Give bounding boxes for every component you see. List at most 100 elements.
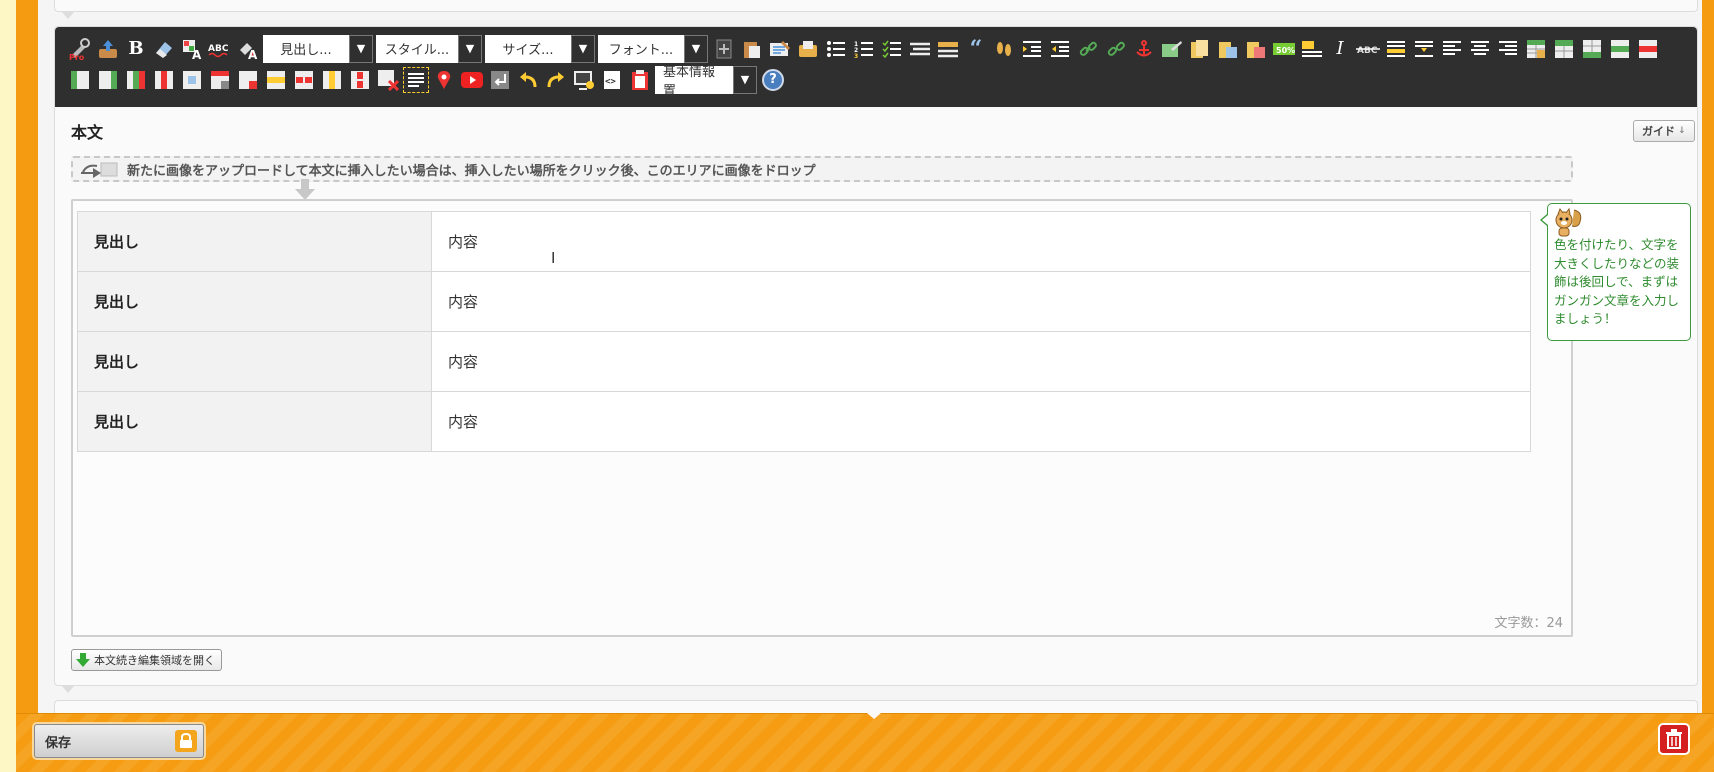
font-select[interactable]: フォント... ▼ xyxy=(598,34,708,63)
paste-word-icon[interactable] xyxy=(795,36,821,62)
numbered-list-icon[interactable]: 123 xyxy=(851,36,877,62)
font-select-value: フォント... xyxy=(598,34,684,63)
insert-row-below-icon[interactable] xyxy=(1579,36,1605,62)
cell-icon[interactable] xyxy=(179,67,205,93)
line-break-icon[interactable] xyxy=(487,67,513,93)
body-editor-panel: Pro B A ABC A 見出し... ▼ スタイル... ▼ サイズ... … xyxy=(54,26,1698,686)
price-block-icon[interactable]: 50% xyxy=(1271,36,1297,62)
outdent-block-icon[interactable] xyxy=(907,36,933,62)
table-row: 見出し 内容 xyxy=(77,391,1531,452)
insert-col-right-icon[interactable] xyxy=(95,67,121,93)
table-row-content[interactable]: 内容 xyxy=(431,391,1531,452)
chevron-down-icon[interactable]: ▼ xyxy=(684,34,708,63)
table-row-heading[interactable]: 見出し xyxy=(77,391,432,452)
cell-properties-icon[interactable] xyxy=(207,67,233,93)
chevron-down-icon[interactable]: ▼ xyxy=(733,65,757,94)
text-color-icon[interactable]: A xyxy=(179,36,205,62)
footprint-icon[interactable] xyxy=(991,36,1017,62)
paste-text-icon[interactable] xyxy=(767,36,793,62)
table-row-heading[interactable]: 見出し xyxy=(77,211,432,272)
insert-col-icon[interactable] xyxy=(123,67,149,93)
pro-tools-icon[interactable]: Pro xyxy=(67,36,93,62)
paste-icon[interactable] xyxy=(739,36,765,62)
bullet-list-icon[interactable] xyxy=(823,36,849,62)
bold-icon[interactable]: B xyxy=(123,36,149,62)
guide-label: ガイド xyxy=(1642,125,1675,138)
spellcheck-icon[interactable]: ABC xyxy=(207,36,233,62)
template-manage-icon[interactable] xyxy=(1243,36,1269,62)
delete-row-icon[interactable] xyxy=(1635,36,1661,62)
template-add-icon[interactable] xyxy=(1215,36,1241,62)
down-arrow-icon xyxy=(295,179,315,200)
table-row-heading[interactable]: 見出し xyxy=(77,271,432,332)
bg-color-icon[interactable]: A xyxy=(235,36,261,62)
redo-icon[interactable] xyxy=(543,67,569,93)
align-center-icon[interactable] xyxy=(1467,36,1493,62)
table-row-heading[interactable]: 見出し xyxy=(77,331,432,392)
help-icon[interactable]: ? xyxy=(760,67,786,93)
source-code-icon[interactable]: <> xyxy=(599,67,625,93)
preview-icon[interactable] xyxy=(571,67,597,93)
indent-increase-icon[interactable] xyxy=(1019,36,1045,62)
clipboard-icon[interactable] xyxy=(627,67,653,93)
section-title: 本文 xyxy=(71,123,104,142)
anchor-icon[interactable] xyxy=(1131,36,1157,62)
tip-balloon: 色を付けたり、文字を大きくしたりなどの装飾は後回しで、まずはガンガン文章を入力し… xyxy=(1540,203,1691,341)
upload-icon[interactable] xyxy=(95,36,121,62)
style-select[interactable]: スタイル... ▼ xyxy=(376,34,482,63)
body-editor[interactable]: 見出し 内容 見出し 内容 見出し 内容 見出し 内容 I 文字数：24 xyxy=(71,199,1573,637)
delete-button[interactable] xyxy=(1658,723,1690,755)
chevron-down-icon[interactable]: ▼ xyxy=(458,34,482,63)
table-row: 見出し 内容 xyxy=(77,271,1531,332)
size-select-value: サイズ... xyxy=(485,34,571,63)
save-button[interactable]: 保存 xyxy=(34,724,204,758)
new-page-icon[interactable] xyxy=(711,36,737,62)
link-icon[interactable] xyxy=(1075,36,1101,62)
insert-row-above-icon[interactable] xyxy=(1551,36,1577,62)
guide-button[interactable]: ガイド ↓ xyxy=(1633,120,1695,142)
table-row-content[interactable]: 内容 xyxy=(431,331,1531,392)
help-circle: ? xyxy=(762,68,784,91)
char-count: 文字数：24 xyxy=(1494,616,1563,631)
insert-row-icon[interactable] xyxy=(1607,36,1633,62)
indent-block-icon[interactable] xyxy=(935,36,961,62)
heading-select[interactable]: 見出し... ▼ xyxy=(263,34,373,63)
text-format-icon[interactable] xyxy=(1299,36,1325,62)
underline-marker-icon[interactable] xyxy=(1411,36,1437,62)
map-pin-icon[interactable] xyxy=(431,67,457,93)
undo-icon[interactable] xyxy=(515,67,541,93)
placeholder-select[interactable]: 基本情報置 ▼ xyxy=(655,65,757,99)
green-down-arrow-icon xyxy=(76,653,90,667)
image-edit-icon[interactable] xyxy=(1159,36,1185,62)
align-right-icon[interactable] xyxy=(1495,36,1521,62)
split-row-icon[interactable] xyxy=(291,67,317,93)
merge-col-icon[interactable] xyxy=(319,67,345,93)
size-select[interactable]: サイズ... ▼ xyxy=(485,34,595,63)
template-icon[interactable] xyxy=(1187,36,1213,62)
youtube-icon[interactable] xyxy=(459,67,485,93)
split-col-icon[interactable] xyxy=(347,67,373,93)
indent-decrease-icon[interactable] xyxy=(1047,36,1073,62)
table-row-content[interactable]: 内容 xyxy=(431,271,1531,332)
insert-col-left-icon[interactable] xyxy=(67,67,93,93)
checklist-icon[interactable] xyxy=(879,36,905,62)
cell-style-icon[interactable] xyxy=(235,67,261,93)
delete-col-icon[interactable] xyxy=(151,67,177,93)
open-continuation-button[interactable]: 本文続き編集領域を開く xyxy=(71,649,222,671)
drop-zone-text: 新たに画像をアップロードして本文に挿入したい場合は、挿入したい場所をクリック後、… xyxy=(127,163,816,179)
align-left-icon[interactable] xyxy=(1439,36,1465,62)
unlink-icon[interactable] xyxy=(1103,36,1129,62)
blockquote-icon[interactable]: “ xyxy=(963,36,989,62)
chevron-down-icon[interactable]: ▼ xyxy=(571,34,595,63)
show-blocks-icon[interactable] xyxy=(403,66,429,93)
eraser-icon[interactable] xyxy=(151,36,177,62)
marker-icon[interactable] xyxy=(1383,36,1409,62)
table-properties-icon[interactable] xyxy=(1523,36,1549,62)
delete-table-icon[interactable] xyxy=(375,67,401,93)
squirrel-mascot-icon xyxy=(1555,207,1582,237)
merge-row-icon[interactable] xyxy=(263,67,289,93)
strikethrough-icon[interactable]: ABC xyxy=(1355,36,1381,62)
italic-icon[interactable]: I xyxy=(1327,36,1353,62)
chevron-down-icon[interactable]: ▼ xyxy=(349,34,373,63)
table-row-content[interactable]: 内容 xyxy=(431,211,1531,272)
